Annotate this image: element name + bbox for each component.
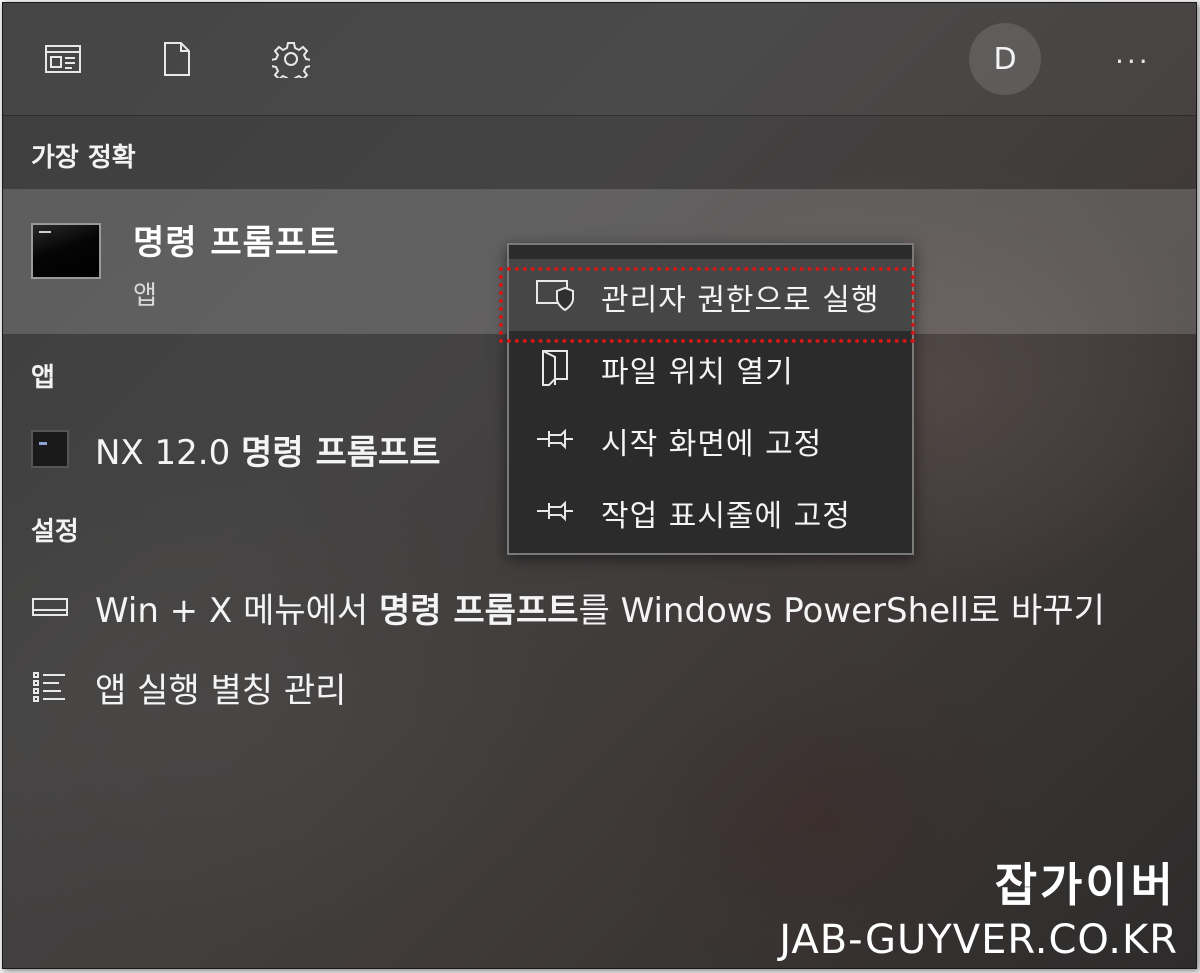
taskbar-icon <box>31 588 69 626</box>
menu-item-label: 파일 위치 열기 <box>601 355 794 390</box>
best-match-title: 명령 프롬프트 <box>133 223 340 263</box>
context-menu: 관리자 권한으로 실행 파일 위치 열기 시작 화면에 고정 작업 표시줄에 고… <box>499 243 915 555</box>
more-options-button[interactable]: ··· <box>1115 45 1151 78</box>
pin-icon <box>535 419 575 459</box>
pin-icon <box>535 491 575 531</box>
apps-icon[interactable] <box>43 39 83 79</box>
pin-to-start-menu-item[interactable]: 시작 화면에 고정 <box>509 403 912 475</box>
open-file-location-menu-item[interactable]: 파일 위치 열기 <box>509 331 912 403</box>
menu-item-label: 관리자 권한으로 실행 <box>601 283 880 318</box>
pin-to-taskbar-menu-item[interactable]: 작업 표시줄에 고정 <box>509 475 912 547</box>
apps-section-label: 앱 <box>31 363 55 393</box>
watermark-site: JAB-GUYVER.CO.KR <box>779 917 1178 963</box>
admin-shield-icon <box>535 275 575 315</box>
app-result-label: NX 12.0 명령 프롬프트 <box>95 432 441 473</box>
best-match-section-label: 가장 정확 <box>31 143 136 173</box>
avatar-initial: D <box>993 41 1017 77</box>
document-icon[interactable] <box>157 39 197 79</box>
settings-result-label: Win + X 메뉴에서 명령 프롬프트를 Windows PowerShell… <box>95 590 1105 631</box>
settings-result-label: 앱 실행 별칭 관리 <box>95 670 347 711</box>
settings-section-label: 설정 <box>31 517 79 547</box>
folder-open-icon <box>535 347 575 387</box>
command-prompt-small-icon <box>31 430 69 468</box>
menu-item-label: 작업 표시줄에 고정 <box>601 499 851 534</box>
user-avatar[interactable]: D <box>969 23 1041 95</box>
command-prompt-icon <box>31 223 101 279</box>
watermark-korean: 잡가이버 <box>994 858 1176 912</box>
menu-item-label: 시작 화면에 고정 <box>601 427 823 462</box>
settings-result-app-alias[interactable]: 앱 실행 별칭 관리 <box>3 657 1196 717</box>
start-search-panel: D ··· 가장 정확 명령 프롬프트 앱 앱 NX 12.0 명령 프롬프트 … <box>2 2 1197 969</box>
settings-gear-icon[interactable] <box>271 39 311 79</box>
settings-result-powershell[interactable]: Win + X 메뉴에서 명령 프롬프트를 Windows PowerShell… <box>3 577 1196 637</box>
best-match-type: 앱 <box>133 281 157 311</box>
run-as-admin-menu-item[interactable]: 관리자 권한으로 실행 <box>499 259 915 343</box>
list-icon <box>31 668 69 706</box>
search-top-bar: D ··· <box>3 3 1196 116</box>
